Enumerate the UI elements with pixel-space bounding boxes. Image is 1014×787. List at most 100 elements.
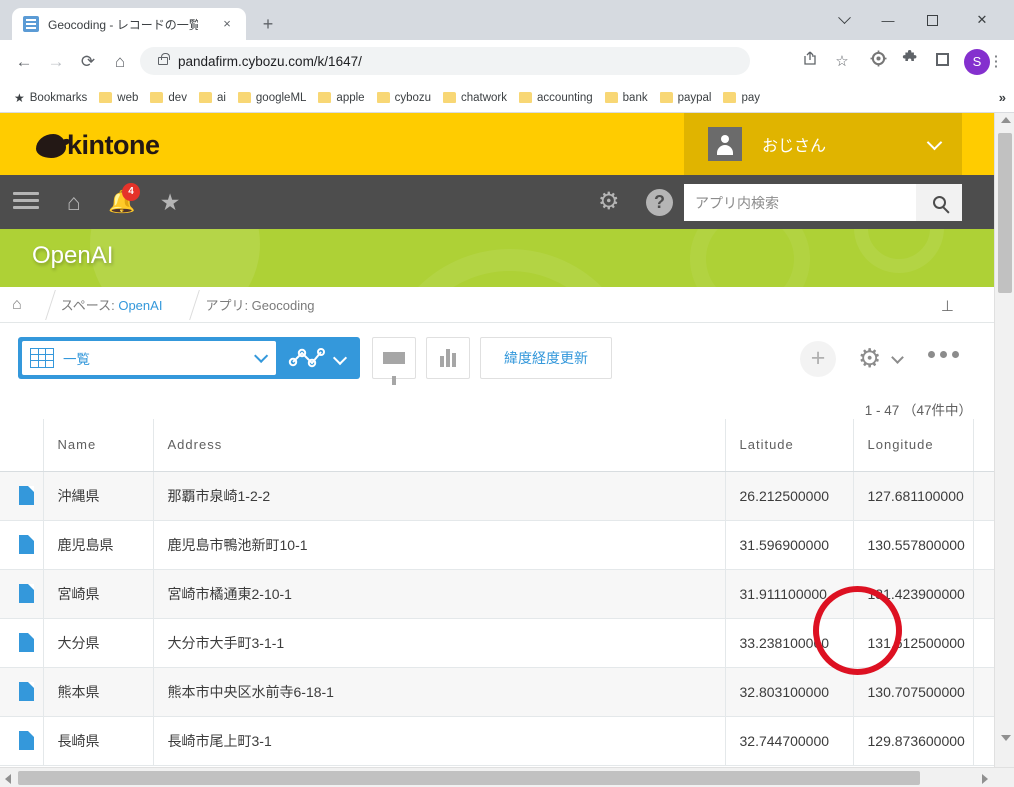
page-horizontal-scrollbar[interactable] — [0, 767, 1014, 787]
row-open-cell[interactable] — [0, 667, 44, 717]
bookmark-item-accounting[interactable]: accounting — [513, 86, 599, 110]
folder-icon — [318, 92, 332, 103]
breadcrumb-space[interactable]: スペース: OpenAI — [61, 295, 163, 314]
bookmark-item-bank[interactable]: bank — [599, 86, 654, 110]
home-icon[interactable]: ⌂ — [60, 188, 88, 216]
view-selector[interactable]: 一覧 — [18, 337, 360, 379]
pin-icon[interactable]: ⊥ — [941, 297, 954, 315]
cell-longitude: 130.707500000 — [853, 667, 974, 717]
bookmark-label: chatwork — [461, 91, 508, 104]
open-record-icon[interactable] — [19, 633, 34, 652]
breadcrumb-home-icon[interactable]: ⌂ — [12, 296, 22, 314]
open-record-icon[interactable] — [19, 486, 34, 505]
table-row[interactable]: 宮崎県 宮崎市橘通東2-10-1 31.911100000 131.423900… — [0, 569, 995, 619]
chevron-down-icon[interactable] — [254, 348, 269, 363]
scroll-left-icon[interactable] — [5, 774, 11, 784]
settings-chevron-down-icon[interactable] — [891, 351, 904, 364]
search-input[interactable] — [695, 194, 916, 211]
page-viewport: kintone おじさん ⌂ 🔔 4 ★ ⚙ ? OpenAI — [0, 113, 1014, 787]
extensions-puzzle-icon[interactable] — [898, 50, 922, 74]
kintone-logo[interactable]: kintone — [36, 130, 160, 161]
open-record-icon[interactable] — [19, 682, 34, 701]
table-row[interactable]: 熊本県 熊本市中央区水前寺6-18-1 32.803100000 130.707… — [0, 667, 995, 717]
reload-icon[interactable]: ⟳ — [76, 50, 100, 74]
row-open-cell[interactable] — [0, 520, 44, 570]
col-header-icon — [0, 419, 44, 472]
graph-icon[interactable] — [288, 346, 326, 370]
bookmark-item-web[interactable]: web — [93, 86, 144, 110]
bookmark-item-pay[interactable]: pay — [717, 86, 766, 110]
help-icon[interactable]: ? — [646, 189, 673, 216]
new-tab-button[interactable]: + — [258, 14, 278, 34]
table-row[interactable]: 鹿児島県 鹿児島市鴨池新町10-1 31.596900000 130.55780… — [0, 520, 995, 570]
row-open-cell[interactable] — [0, 569, 44, 619]
hamburger-icon[interactable] — [12, 188, 40, 216]
bookmark-item-chatwork[interactable]: chatwork — [437, 86, 513, 110]
gear-icon[interactable]: ⚙ — [598, 189, 620, 215]
add-record-button[interactable]: + — [800, 341, 836, 377]
bookmark-star-icon[interactable]: ☆ — [830, 50, 854, 74]
row-open-cell[interactable] — [0, 471, 44, 521]
more-options-icon[interactable] — [928, 351, 959, 358]
row-open-cell[interactable] — [0, 618, 44, 668]
user-menu[interactable]: おじさん — [684, 113, 962, 175]
col-header-name[interactable]: Name — [43, 419, 154, 472]
address-bar[interactable]: pandafirm.cybozu.com/k/1647/ — [140, 47, 750, 75]
open-record-icon[interactable] — [19, 584, 34, 603]
app-search-box[interactable] — [684, 184, 916, 221]
favorite-star-icon[interactable]: ★ — [156, 188, 184, 216]
bookmark-item-paypal[interactable]: paypal — [654, 86, 718, 110]
search-button[interactable] — [916, 184, 962, 221]
home-icon[interactable]: ⌂ — [108, 50, 132, 74]
scroll-down-icon[interactable] — [1001, 735, 1011, 741]
table-grid-icon — [30, 348, 54, 368]
forward-icon[interactable]: → — [44, 50, 68, 74]
filter-button[interactable] — [372, 337, 416, 385]
horizontal-scroll-thumb[interactable] — [18, 771, 920, 785]
col-header-longitude[interactable]: Longitude — [853, 419, 974, 472]
scroll-right-icon[interactable] — [982, 774, 988, 784]
bookmark-item-apple[interactable]: apple — [312, 86, 370, 110]
tab-search-icon[interactable] — [822, 6, 866, 34]
window-maximize-button[interactable] — [910, 6, 954, 34]
col-header-latitude[interactable]: Latitude — [725, 419, 854, 472]
browser-tab[interactable]: Geocoding - レコードの一覧 × — [12, 8, 246, 40]
breadcrumb-space-link[interactable]: OpenAI — [118, 298, 162, 313]
bookmark-manager[interactable]: ★ Bookmarks — [8, 86, 93, 110]
col-header-address[interactable]: Address — [153, 419, 726, 472]
cell-address: 宮崎市橘通東2-10-1 — [153, 569, 726, 619]
chevron-down-icon[interactable] — [926, 134, 943, 151]
page-vertical-scrollbar[interactable] — [994, 113, 1014, 767]
graph-chevron-down-icon[interactable] — [332, 350, 348, 366]
table-row[interactable]: 大分県 大分市大手町3-1-1 33.238100000 131.6125000… — [0, 618, 995, 668]
folder-icon — [604, 92, 618, 103]
back-icon[interactable]: ← — [12, 50, 36, 74]
row-open-cell[interactable] — [0, 716, 44, 766]
bookmark-item-cybozu[interactable]: cybozu — [371, 86, 437, 110]
open-record-icon[interactable] — [19, 731, 34, 750]
open-record-icon[interactable] — [19, 535, 34, 554]
chart-button[interactable] — [426, 337, 470, 379]
window-close-button[interactable]: ✕ — [960, 6, 1004, 34]
bookmark-item-googleml[interactable]: googleML — [232, 86, 313, 110]
bookmark-item-dev[interactable]: dev — [144, 86, 193, 110]
tab-close-icon[interactable]: × — [220, 17, 234, 31]
table-row[interactable]: 長崎県 長崎市尾上町3-1 32.744700000 129.873600000 — [0, 716, 995, 766]
bookmark-item-ai[interactable]: ai — [193, 86, 232, 110]
table-row[interactable]: 沖縄県 那覇市泉崎1-2-2 26.212500000 127.68110000… — [0, 471, 995, 521]
side-panel-icon[interactable] — [930, 50, 954, 74]
app-settings-gear-icon[interactable]: ⚙ — [858, 345, 881, 371]
breadcrumb: ⌂ スペース: OpenAI アプリ: Geocoding ⊥ — [0, 287, 994, 323]
scroll-up-icon[interactable] — [1001, 117, 1011, 123]
update-geocoding-button[interactable]: 緯度経度更新 — [480, 337, 612, 379]
bookmarks-overflow-icon[interactable]: » — [999, 90, 1006, 105]
cell-name: 鹿児島県 — [43, 520, 154, 570]
chrome-menu-icon[interactable]: ⋮ — [984, 50, 1008, 74]
window-minimize-button[interactable]: — — [866, 6, 910, 34]
extension-gear-icon[interactable] — [866, 50, 890, 74]
view-dropdown[interactable]: 一覧 — [22, 341, 276, 375]
cell-address: 鹿児島市鴨池新町10-1 — [153, 520, 726, 570]
share-icon[interactable] — [798, 50, 822, 74]
space-title: OpenAI — [32, 242, 114, 269]
vertical-scroll-thumb[interactable] — [998, 133, 1012, 293]
